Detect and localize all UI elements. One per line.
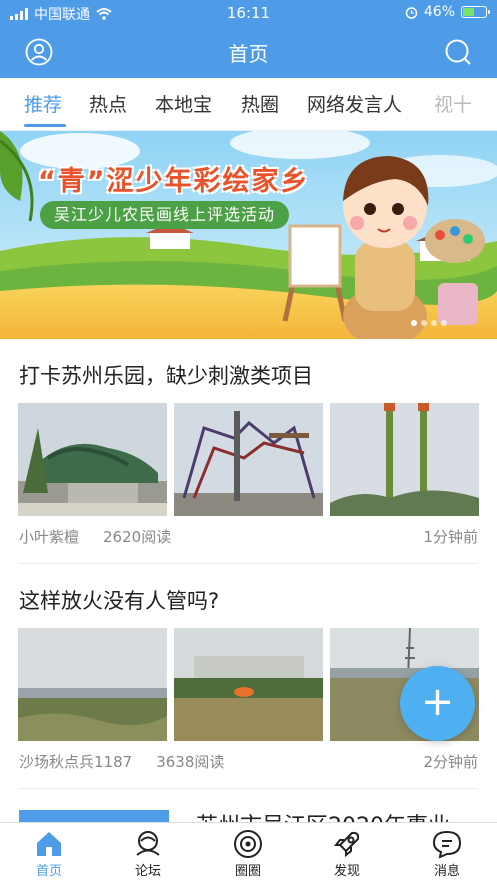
active-tab-indicator bbox=[24, 124, 66, 127]
add-post-button[interactable]: + bbox=[400, 666, 475, 741]
post-images bbox=[18, 403, 479, 516]
home-icon bbox=[37, 832, 61, 856]
tab-spokesperson[interactable]: 网络发言人 bbox=[307, 90, 402, 117]
alarm-icon bbox=[405, 6, 418, 19]
bottom-nav-messages[interactable]: 消息 bbox=[412, 829, 482, 879]
post-title[interactable]: 这样放火没有人管吗? bbox=[19, 585, 219, 615]
page-title: 首页 bbox=[228, 42, 269, 66]
circle-icon bbox=[234, 830, 262, 858]
post-reads: 3638阅读 bbox=[156, 753, 225, 771]
post-image[interactable] bbox=[18, 628, 167, 741]
tab-video[interactable]: 视十 bbox=[434, 90, 472, 117]
divider bbox=[19, 563, 478, 564]
status-bar: 中国联通 16:11 46% bbox=[0, 0, 497, 26]
divider bbox=[19, 788, 478, 789]
post-reads: 2620阅读 bbox=[103, 528, 172, 546]
rocket-icon bbox=[333, 831, 360, 858]
post-card[interactable]: 打卡苏州乐园，缺少刺激类项目 小叶紫檀 2620阅读 1分钟前 bbox=[0, 340, 497, 565]
post-image[interactable] bbox=[19, 810, 169, 822]
post-title[interactable]: 打卡苏州乐园，缺少刺激类项目 bbox=[19, 360, 313, 390]
bottom-nav: 首页 论坛 圈圈 发现 消息 bbox=[0, 822, 497, 884]
post-author[interactable]: 沙场秋点兵1187 bbox=[19, 753, 132, 771]
top-nav-bar: 首页 bbox=[0, 26, 497, 78]
post-image[interactable] bbox=[174, 403, 323, 516]
search-icon[interactable] bbox=[444, 38, 472, 66]
tab-hot-circle[interactable]: 热圈 bbox=[241, 90, 279, 117]
battery-icon bbox=[461, 6, 490, 18]
post-card[interactable]: 苏州市吴江区2020年事业 bbox=[0, 790, 497, 822]
message-icon bbox=[432, 830, 462, 859]
bottom-nav-forum[interactable]: 论坛 bbox=[113, 829, 183, 879]
category-tabs: 推荐 热点 本地宝 热圈 网络发言人 视十 bbox=[0, 78, 497, 131]
post-image[interactable] bbox=[174, 628, 323, 741]
post-image[interactable] bbox=[330, 403, 479, 516]
post-title[interactable]: 苏州市吴江区2020年事业 bbox=[196, 808, 450, 822]
banner-subtitle: 吴江少儿农民画线上评选活动 bbox=[40, 201, 290, 229]
post-author[interactable]: 小叶紫檀 bbox=[19, 528, 79, 546]
tab-recommend[interactable]: 推荐 bbox=[24, 90, 62, 117]
tab-local[interactable]: 本地宝 bbox=[155, 90, 212, 117]
post-time: 2分钟前 bbox=[423, 753, 478, 771]
battery-percent: 46% bbox=[423, 4, 455, 20]
bottom-nav-discover[interactable]: 发现 bbox=[312, 829, 382, 879]
tab-hot[interactable]: 热点 bbox=[89, 90, 127, 117]
plus-icon: + bbox=[420, 679, 455, 725]
bottom-nav-circle[interactable]: 圈圈 bbox=[213, 829, 283, 879]
post-image[interactable] bbox=[18, 403, 167, 516]
forum-icon bbox=[136, 831, 160, 856]
banner[interactable]: “青”涩少年彩绘家乡 吴江少儿农民画线上评选活动 bbox=[0, 131, 497, 339]
post-time: 1分钟前 bbox=[423, 528, 478, 546]
banner-title: “青”涩少年彩绘家乡 bbox=[38, 166, 310, 197]
bottom-nav-home[interactable]: 首页 bbox=[14, 829, 84, 879]
